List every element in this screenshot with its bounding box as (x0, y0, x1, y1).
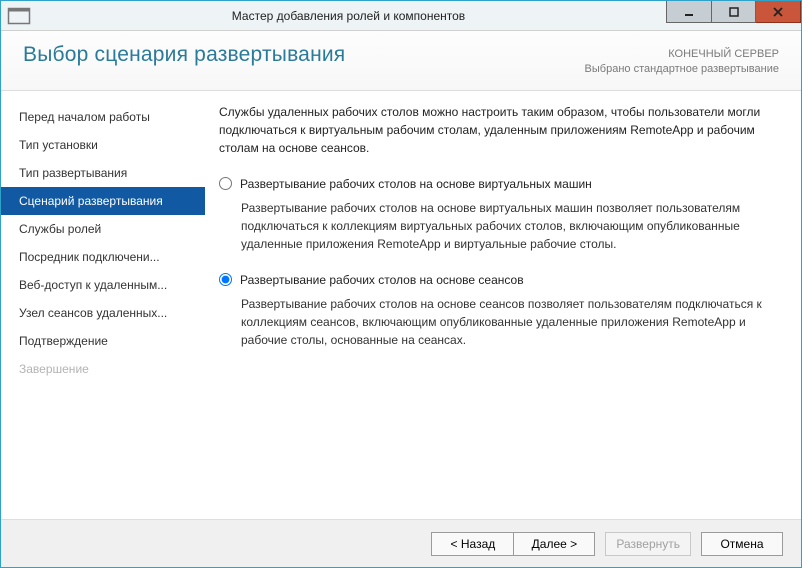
footer: < Назад Далее > Развернуть Отмена (1, 519, 801, 567)
steps-sidebar: Перед началом работы Тип установки Тип р… (1, 91, 205, 519)
option-session-based[interactable]: Развертывание рабочих столов на основе с… (219, 267, 777, 291)
next-button[interactable]: Далее > (513, 532, 595, 556)
step-confirmation[interactable]: Подтверждение (1, 327, 205, 355)
option-vm-based-desc: Развертывание рабочих столов на основе в… (241, 199, 777, 253)
window-buttons (666, 1, 801, 30)
nav-button-group: < Назад Далее > (431, 532, 595, 556)
maximize-button[interactable] (711, 1, 756, 23)
step-completion: Завершение (1, 355, 205, 383)
content-pane: Службы удаленных рабочих столов можно на… (205, 91, 801, 519)
header-info: КОНЕЧНЫЙ СЕРВЕР Выбрано стандартное разв… (585, 43, 779, 78)
step-role-services[interactable]: Службы ролей (1, 215, 205, 243)
option-vm-based-label: Развертывание рабочих столов на основе в… (240, 175, 592, 193)
step-deployment-type[interactable]: Тип развертывания (1, 159, 205, 187)
wizard-window: Мастер добавления ролей и компонентов Вы… (0, 0, 802, 568)
body: Перед началом работы Тип установки Тип р… (1, 91, 801, 519)
step-web-access[interactable]: Веб-доступ к удаленным... (1, 271, 205, 299)
step-installation-type[interactable]: Тип установки (1, 131, 205, 159)
server-label: КОНЕЧНЫЙ СЕРВЕР (585, 47, 779, 62)
option-vm-based[interactable]: Развертывание рабочих столов на основе в… (219, 171, 777, 195)
radio-vm-based[interactable] (219, 177, 232, 190)
back-button[interactable]: < Назад (431, 532, 513, 556)
app-icon (7, 4, 31, 28)
step-before-you-begin[interactable]: Перед началом работы (1, 103, 205, 131)
header-band: Выбор сценария развертывания КОНЕЧНЫЙ СЕ… (1, 31, 801, 91)
deploy-button: Развернуть (605, 532, 691, 556)
scenario-description: Службы удаленных рабочих столов можно на… (219, 103, 777, 157)
radio-session-based[interactable] (219, 273, 232, 286)
page-heading: Выбор сценария развертывания (23, 43, 585, 67)
option-session-based-desc: Развертывание рабочих столов на основе с… (241, 295, 777, 349)
close-button[interactable] (756, 1, 801, 23)
step-connection-broker[interactable]: Посредник подключени... (1, 243, 205, 271)
step-deployment-scenario[interactable]: Сценарий развертывания (1, 187, 205, 215)
titlebar: Мастер добавления ролей и компонентов (1, 1, 801, 31)
window-title: Мастер добавления ролей и компонентов (31, 9, 666, 23)
option-session-based-label: Развертывание рабочих столов на основе с… (240, 271, 524, 289)
cancel-button[interactable]: Отмена (701, 532, 783, 556)
step-session-host[interactable]: Узел сеансов удаленных... (1, 299, 205, 327)
deployment-label: Выбрано стандартное развертывание (585, 62, 779, 77)
minimize-button[interactable] (666, 1, 711, 23)
